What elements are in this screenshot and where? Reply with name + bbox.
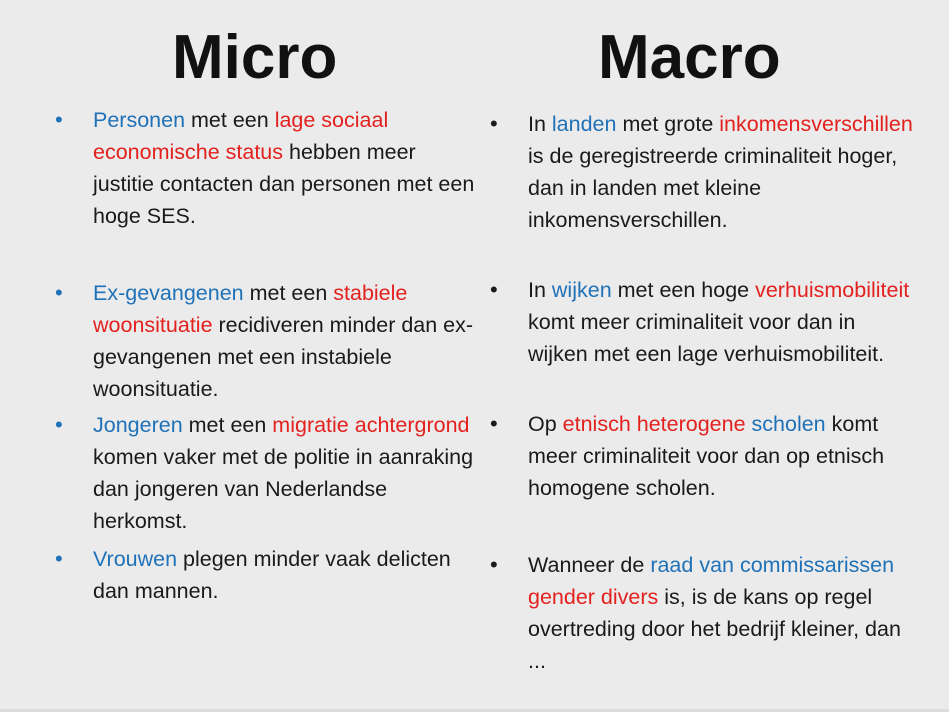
macro-bullet-item: • In wijken met een hoge verhuismobilitei… bbox=[490, 274, 920, 370]
text-segment: Wanneer de bbox=[528, 553, 651, 577]
heading-macro: Macro bbox=[598, 23, 781, 92]
macro-bullet-item: • Op etnisch heterogene scholen komt meer… bbox=[490, 408, 920, 504]
bullet-dot-icon: • bbox=[490, 111, 498, 136]
text-segment: komt meer criminaliteit voor dan in wijk… bbox=[528, 310, 885, 366]
text-segment: gender divers bbox=[528, 585, 659, 609]
text-segment: komen vaker met de politie in aanraking … bbox=[93, 445, 474, 533]
text-segment: verhuismobiliteit bbox=[755, 278, 910, 302]
text-segment: met een bbox=[182, 413, 273, 437]
bullet-dot-icon: • bbox=[490, 411, 498, 436]
text-segment: wijken bbox=[551, 278, 612, 302]
bullet-text: Jongeren met een migratie achtergrond ko… bbox=[93, 409, 475, 537]
text-segment: Vrouwen bbox=[93, 547, 178, 571]
macro-bullet-item: • Wanneer de raad van commissarissen gend… bbox=[490, 549, 920, 677]
micro-bullet-item: • Personen met een lage sociaal economisc… bbox=[55, 104, 475, 232]
bullet-text: Wanneer de raad van commissarissen gende… bbox=[528, 549, 920, 677]
bullet-dot-icon: • bbox=[55, 412, 63, 437]
macro-bullet-item: • In landen met grote inkomensverschillen… bbox=[490, 108, 920, 236]
bullet-text: In wijken met een hoge verhuismobiliteit… bbox=[528, 274, 920, 370]
text-segment: landen bbox=[551, 112, 617, 136]
text-segment: Jongeren bbox=[93, 413, 183, 437]
text-segment: Personen bbox=[93, 108, 186, 132]
text-segment: etnisch heterogene bbox=[562, 412, 746, 436]
bullet-text: Personen met een lage sociaal economisch… bbox=[93, 104, 475, 232]
text-segment: met een hoge bbox=[611, 278, 756, 302]
bullet-dot-icon: • bbox=[490, 552, 498, 577]
micro-bullet-item: • Ex-gevangenen met een stabiele woonsitu… bbox=[55, 277, 475, 405]
text-segment: raad van commissarissen bbox=[650, 553, 895, 577]
text-segment: scholen bbox=[751, 412, 826, 436]
bullet-text: Op etnisch heterogene scholen komt meer … bbox=[528, 408, 920, 504]
text-segment: met een bbox=[185, 108, 275, 132]
text-segment: In bbox=[528, 112, 552, 136]
text-segment: Op bbox=[528, 412, 563, 436]
text-segment: is de geregistreerde criminaliteit hoger… bbox=[528, 144, 898, 232]
micro-bullet-item: • Jongeren met een migratie achtergrond k… bbox=[55, 409, 475, 537]
text-segment: migratie achtergrond bbox=[272, 413, 470, 437]
bullet-dot-icon: • bbox=[55, 280, 63, 305]
micro-bullet-item: • Vrouwen plegen minder vaak delicten dan… bbox=[55, 543, 475, 607]
text-segment: Ex-gevangenen bbox=[93, 281, 244, 305]
heading-micro: Micro bbox=[172, 23, 338, 92]
text-segment: inkomensverschillen bbox=[719, 112, 913, 136]
bullet-text: Vrouwen plegen minder vaak delicten dan … bbox=[93, 543, 475, 607]
bullet-text: In landen met grote inkomensverschillen … bbox=[528, 108, 920, 236]
text-segment: In bbox=[528, 278, 552, 302]
bullet-dot-icon: • bbox=[490, 277, 498, 302]
bullet-text: Ex-gevangenen met een stabiele woonsitua… bbox=[93, 277, 475, 405]
text-segment: met een bbox=[243, 281, 334, 305]
text-segment: met grote bbox=[616, 112, 720, 136]
bullet-dot-icon: • bbox=[55, 107, 63, 132]
bullet-dot-icon: • bbox=[55, 546, 63, 571]
